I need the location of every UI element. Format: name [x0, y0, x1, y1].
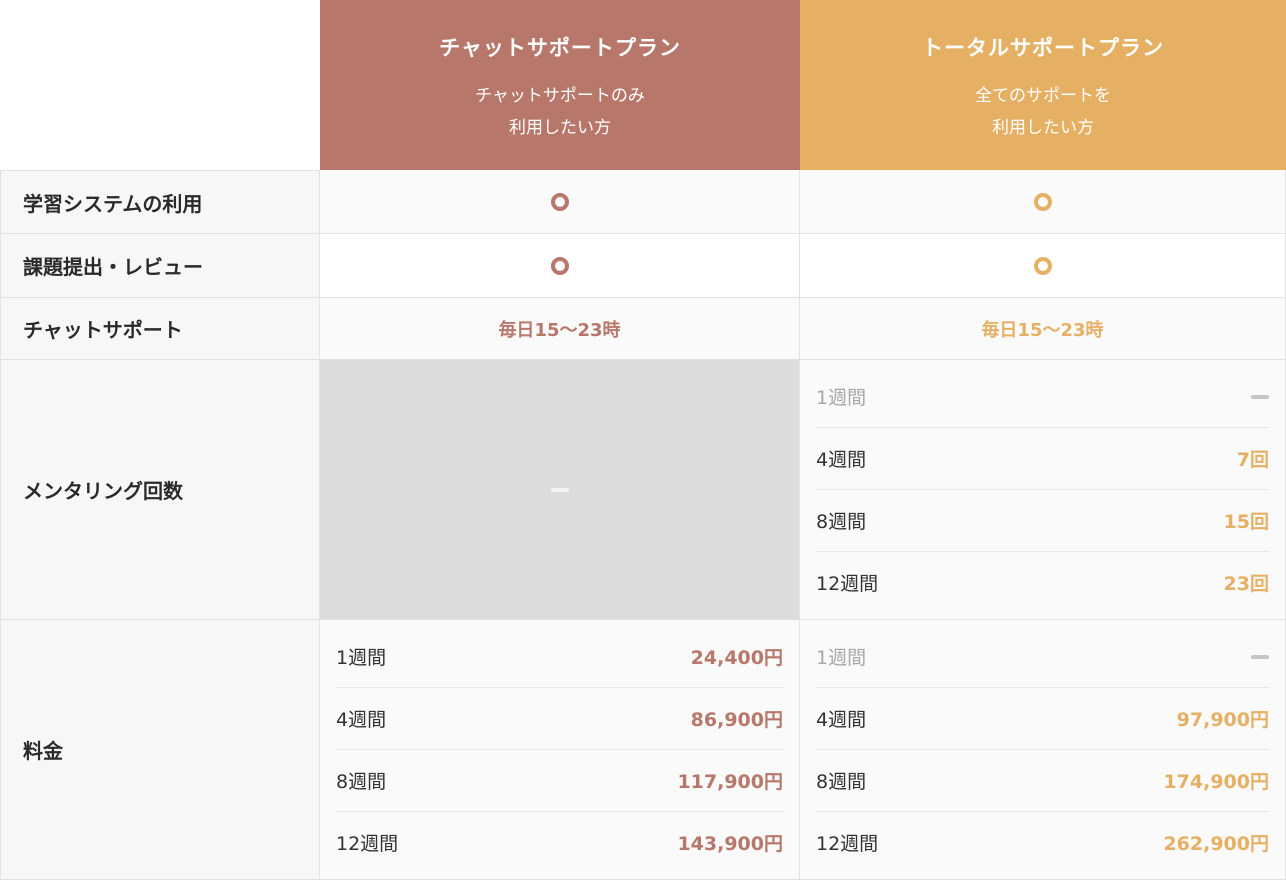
plan-title-total: トータルサポートプラン	[922, 36, 1164, 60]
circle-icon	[1033, 192, 1052, 211]
price-value: 174,900円	[1163, 771, 1269, 793]
period-label: 12週間	[336, 833, 399, 855]
list-item: 12週間 23回	[816, 552, 1269, 613]
assignment-review-total	[800, 234, 1286, 298]
list-item: 1週間 24,400円	[336, 626, 783, 688]
list-item: 4週間 97,900円	[816, 688, 1269, 750]
price-value: 86,900円	[690, 709, 783, 731]
plan-header-chat: チャットサポートプラン チャットサポートのみ 利用したい方	[320, 0, 800, 170]
period-label: 1週間	[336, 647, 387, 669]
plan-desc-chat-line2: 利用したい方	[509, 118, 611, 138]
mentoring-chat-unavailable	[320, 360, 800, 620]
chat-support-hours-total: 毎日15〜23時	[981, 319, 1104, 341]
dash-icon	[1251, 394, 1269, 399]
period-label: 1週間	[816, 647, 867, 669]
row-label-chat-support: チャットサポート	[0, 298, 320, 360]
row-label-price: 料金	[0, 620, 320, 880]
plan-desc-chat-line1: チャットサポートのみ	[475, 86, 645, 106]
list-item: 4週間 7回	[816, 428, 1269, 490]
chat-support-hours-chat: 毎日15〜23時	[498, 319, 621, 341]
mentoring-count: 23回	[1223, 573, 1269, 595]
list-item: 12週間 262,900円	[816, 812, 1269, 873]
period-label: 8週間	[816, 771, 867, 793]
plan-desc-total-line2: 利用したい方	[992, 118, 1094, 138]
price-value: 262,900円	[1163, 833, 1269, 855]
price-value: 24,400円	[690, 647, 783, 669]
period-label: 1週間	[816, 387, 867, 409]
circle-icon	[1033, 256, 1052, 275]
row-label-learning-system: 学習システムの利用	[0, 170, 320, 234]
price-value: 117,900円	[677, 771, 783, 793]
dash-icon	[550, 487, 569, 492]
table-corner	[0, 0, 320, 170]
circle-icon	[550, 256, 569, 275]
list-item: 1週間	[816, 366, 1269, 428]
dash-icon	[1251, 654, 1269, 659]
price-value: 143,900円	[677, 833, 783, 855]
learning-system-total	[800, 170, 1286, 234]
plan-title-chat: チャットサポートプラン	[439, 36, 681, 60]
price-chat-list: 1週間 24,400円 4週間 86,900円 8週間 117,900円 12週…	[320, 620, 800, 880]
list-item: 4週間 86,900円	[336, 688, 783, 750]
plan-comparison-table: チャットサポートプラン チャットサポートのみ 利用したい方 トータルサポートプラ…	[0, 0, 1286, 880]
circle-icon	[550, 192, 569, 211]
list-item: 8週間 174,900円	[816, 750, 1269, 812]
list-item: 8週間 117,900円	[336, 750, 783, 812]
learning-system-chat	[320, 170, 800, 234]
chat-support-total: 毎日15〜23時	[800, 298, 1286, 360]
list-item: 12週間 143,900円	[336, 812, 783, 873]
period-label: 12週間	[816, 833, 879, 855]
period-label: 8週間	[816, 511, 867, 533]
mentoring-total-list: 1週間 4週間 7回 8週間 15回 12週間 23回	[800, 360, 1286, 620]
mentoring-count: 7回	[1236, 449, 1269, 471]
price-value: 97,900円	[1176, 709, 1269, 731]
list-item: 1週間	[816, 626, 1269, 688]
plan-header-total: トータルサポートプラン 全てのサポートを 利用したい方	[800, 0, 1286, 170]
period-label: 8週間	[336, 771, 387, 793]
assignment-review-chat	[320, 234, 800, 298]
list-item: 8週間 15回	[816, 490, 1269, 552]
mentoring-count: 15回	[1223, 511, 1269, 533]
row-label-assignment-review: 課題提出・レビュー	[0, 234, 320, 298]
plan-desc-total-line1: 全てのサポートを	[975, 86, 1111, 106]
period-label: 4週間	[336, 709, 387, 731]
period-label: 12週間	[816, 573, 879, 595]
price-total-list: 1週間 4週間 97,900円 8週間 174,900円 12週間 262,90…	[800, 620, 1286, 880]
chat-support-chat: 毎日15〜23時	[320, 298, 800, 360]
period-label: 4週間	[816, 449, 867, 471]
period-label: 4週間	[816, 709, 867, 731]
row-label-mentoring: メンタリング回数	[0, 360, 320, 620]
